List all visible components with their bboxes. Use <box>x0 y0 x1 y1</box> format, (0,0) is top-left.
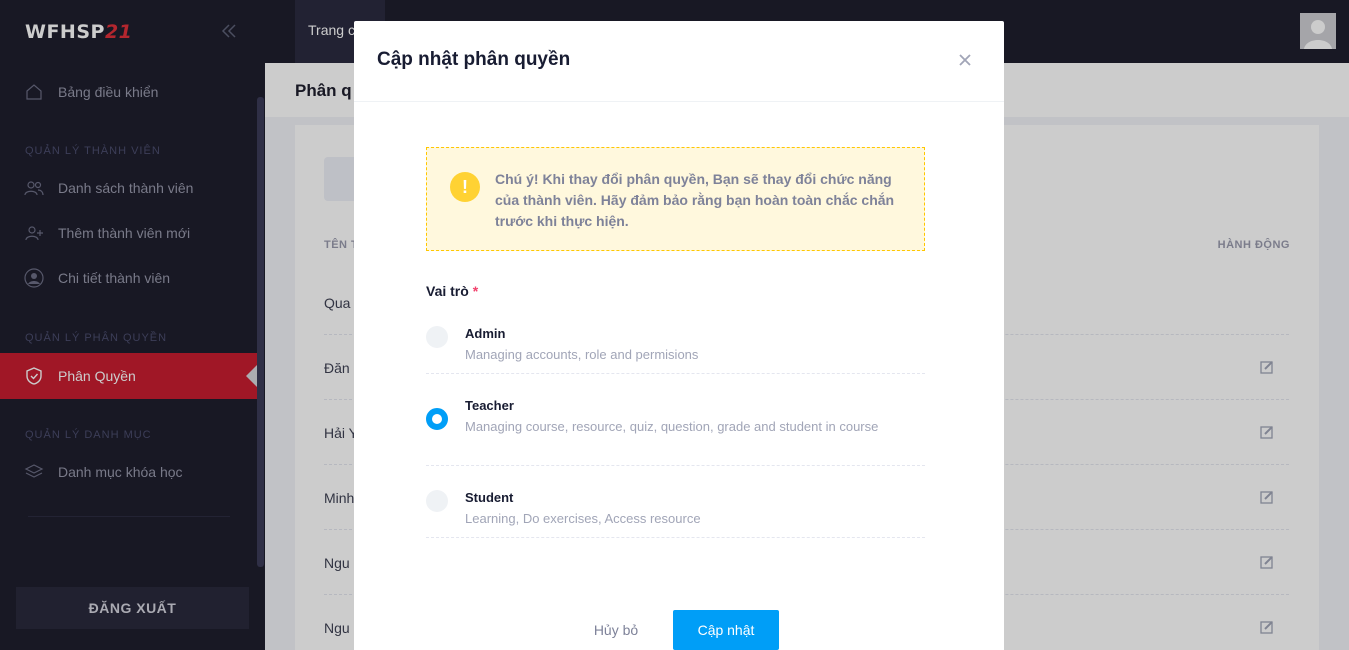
warning-notice: ! Chú ý! Khi thay đổi phân quyền, Bạn sẽ… <box>426 147 925 251</box>
role-option-teacher[interactable]: Teacher Managing course, resource, quiz,… <box>426 398 925 458</box>
radio-teacher[interactable] <box>426 408 448 430</box>
radio-admin[interactable] <box>426 326 448 348</box>
radio-student[interactable] <box>426 490 448 512</box>
option-divider <box>426 373 925 374</box>
cancel-button[interactable]: Hủy bỏ <box>581 610 651 650</box>
role-option-desc: Managing course, resource, quiz, questio… <box>465 419 879 434</box>
warning-text: Chú ý! Khi thay đổi phân quyền, Bạn sẽ t… <box>495 171 895 229</box>
warning-icon: ! <box>450 172 480 202</box>
submit-button[interactable]: Cập nhật <box>673 610 779 650</box>
close-icon[interactable] <box>958 53 972 67</box>
role-field-label: Vai trò * <box>426 283 478 299</box>
required-mark: * <box>472 283 479 299</box>
update-permission-modal: Cập nhật phân quyền ! Chú ý! Khi thay đổ… <box>354 21 1004 650</box>
role-option-title: Admin <box>465 326 506 341</box>
modal-header: Cập nhật phân quyền <box>354 21 1004 102</box>
role-option-title: Student <box>465 490 514 505</box>
role-option-desc: Managing accounts, role and permisions <box>465 347 699 362</box>
role-option-title: Teacher <box>465 398 514 413</box>
role-option-student[interactable]: Student Learning, Do exercises, Access r… <box>426 490 925 530</box>
modal-title: Cập nhật phân quyền <box>377 49 571 70</box>
role-label-text: Vai trò <box>426 283 469 299</box>
option-divider <box>426 537 925 538</box>
role-option-desc: Learning, Do exercises, Access resource <box>465 511 701 526</box>
option-divider <box>426 465 925 466</box>
role-option-admin[interactable]: Admin Managing accounts, role and permis… <box>426 326 925 366</box>
